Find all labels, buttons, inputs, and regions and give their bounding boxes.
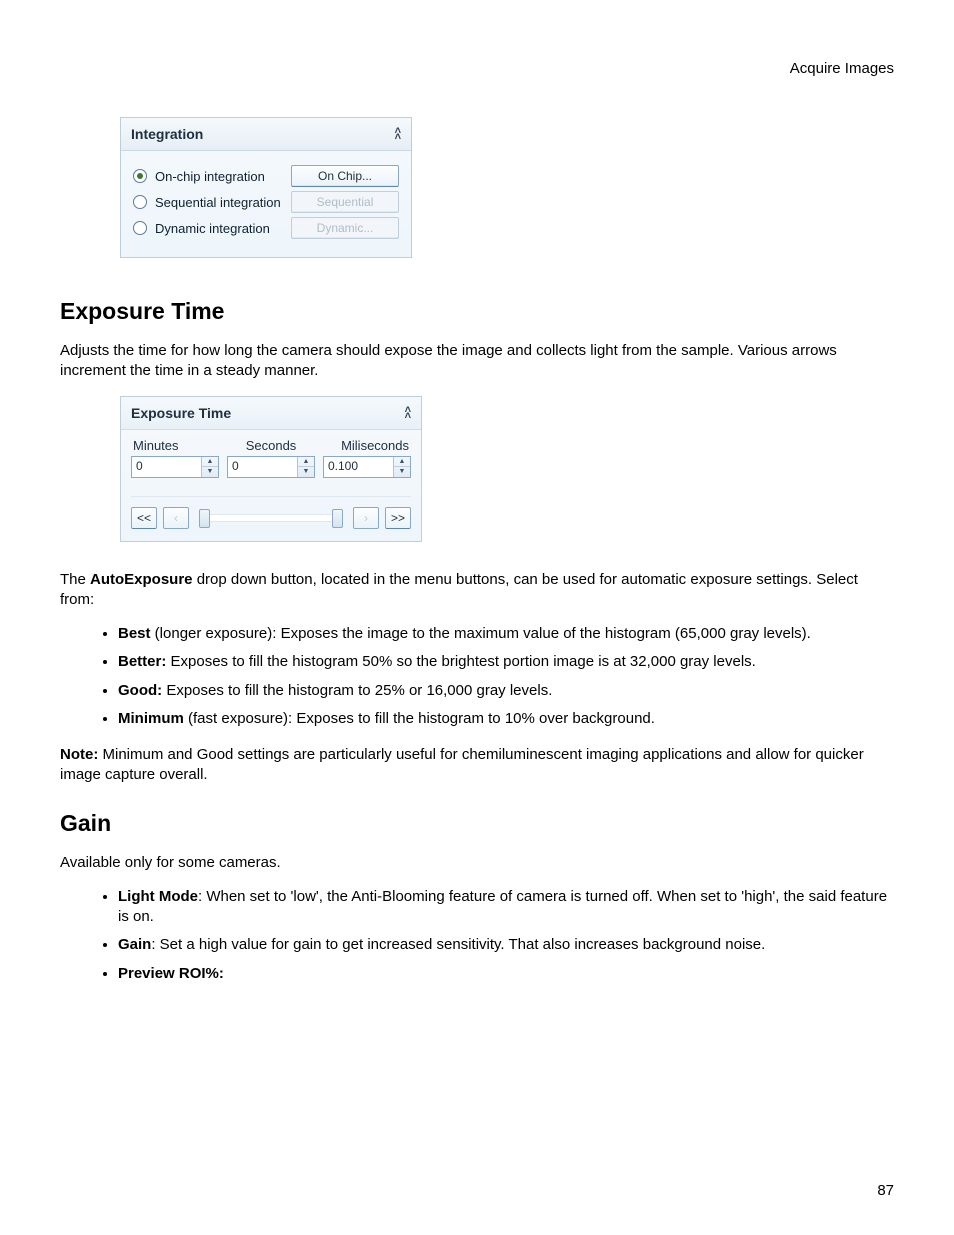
autoexposure-intro: The AutoExposure drop down button, locat…	[60, 570, 894, 611]
integration-radio-sequential[interactable]	[133, 195, 147, 209]
exposure-panel-title[interactable]: Exposure Time ˄˄	[121, 397, 421, 430]
list-item: Best (longer exposure): Exposes the imag…	[118, 624, 894, 644]
integration-panel-title[interactable]: Integration ˄˄	[121, 118, 411, 151]
onchip-button[interactable]: On Chip...	[291, 165, 399, 187]
spinner-down-icon[interactable]: ▼	[394, 467, 410, 477]
seconds-value[interactable]: 0	[228, 457, 297, 477]
integration-radio-dynamic[interactable]	[133, 221, 147, 235]
exposure-title-text: Exposure Time	[131, 405, 231, 421]
spinner-up-icon[interactable]: ▲	[202, 457, 218, 468]
page-number: 87	[877, 1182, 894, 1199]
milliseconds-label: Miliseconds	[323, 438, 411, 453]
autoexposure-note: Note: Minimum and Good settings are part…	[60, 745, 894, 786]
exposure-panel: Exposure Time ˄˄ Minutes 0 ▲ ▼ Seconds	[120, 396, 422, 542]
spinner-down-icon[interactable]: ▼	[202, 467, 218, 477]
list-item: Preview ROI%:	[118, 964, 894, 984]
minutes-value[interactable]: 0	[132, 457, 201, 477]
exposure-first-button[interactable]: <<	[131, 507, 157, 529]
spinner-down-icon[interactable]: ▼	[298, 467, 314, 477]
list-item: Good: Exposes to fill the histogram to 2…	[118, 681, 894, 701]
exposure-last-button[interactable]: >>	[385, 507, 411, 529]
exposure-time-description: Adjusts the time for how long the camera…	[60, 341, 894, 382]
slider-thumb-left[interactable]	[199, 509, 210, 528]
chevron-up-double-icon[interactable]: ˄˄	[395, 128, 401, 140]
minutes-spinner[interactable]: 0 ▲ ▼	[131, 456, 219, 478]
list-item: Minimum (fast exposure): Exposes to fill…	[118, 709, 894, 729]
seconds-spinner[interactable]: 0 ▲ ▼	[227, 456, 315, 478]
integration-label: On-chip integration	[155, 169, 283, 184]
milliseconds-value[interactable]: 0.100	[324, 457, 393, 477]
integration-title-text: Integration	[131, 126, 203, 142]
milliseconds-spinner[interactable]: 0.100 ▲ ▼	[323, 456, 411, 478]
autoexposure-list: Best (longer exposure): Exposes the imag…	[60, 624, 894, 729]
gain-intro: Available only for some cameras.	[60, 853, 894, 873]
integration-radio-onchip[interactable]	[133, 169, 147, 183]
gain-heading: Gain	[60, 810, 894, 837]
sequential-button: Sequential	[291, 191, 399, 213]
exposure-slider[interactable]	[199, 514, 343, 522]
list-item: Gain: Set a high value for gain to get i…	[118, 935, 894, 955]
spinner-up-icon[interactable]: ▲	[394, 457, 410, 468]
integration-label: Sequential integration	[155, 195, 283, 210]
exposure-next-button[interactable]: ›	[353, 507, 379, 529]
list-item: Light Mode: When set to 'low', the Anti-…	[118, 887, 894, 928]
list-item: Better: Exposes to fill the histogram 50…	[118, 652, 894, 672]
exposure-prev-button[interactable]: ‹	[163, 507, 189, 529]
minutes-label: Minutes	[131, 438, 219, 453]
breadcrumb: Acquire Images	[60, 60, 894, 77]
chevron-up-double-icon[interactable]: ˄˄	[405, 407, 411, 419]
integration-label: Dynamic integration	[155, 221, 283, 236]
gain-list: Light Mode: When set to 'low', the Anti-…	[60, 887, 894, 984]
spinner-up-icon[interactable]: ▲	[298, 457, 314, 468]
integration-panel: Integration ˄˄ On-chip integration On Ch…	[120, 117, 412, 258]
exposure-time-heading: Exposure Time	[60, 298, 894, 325]
dynamic-button: Dynamic...	[291, 217, 399, 239]
seconds-label: Seconds	[227, 438, 315, 453]
slider-thumb-right[interactable]	[332, 509, 343, 528]
